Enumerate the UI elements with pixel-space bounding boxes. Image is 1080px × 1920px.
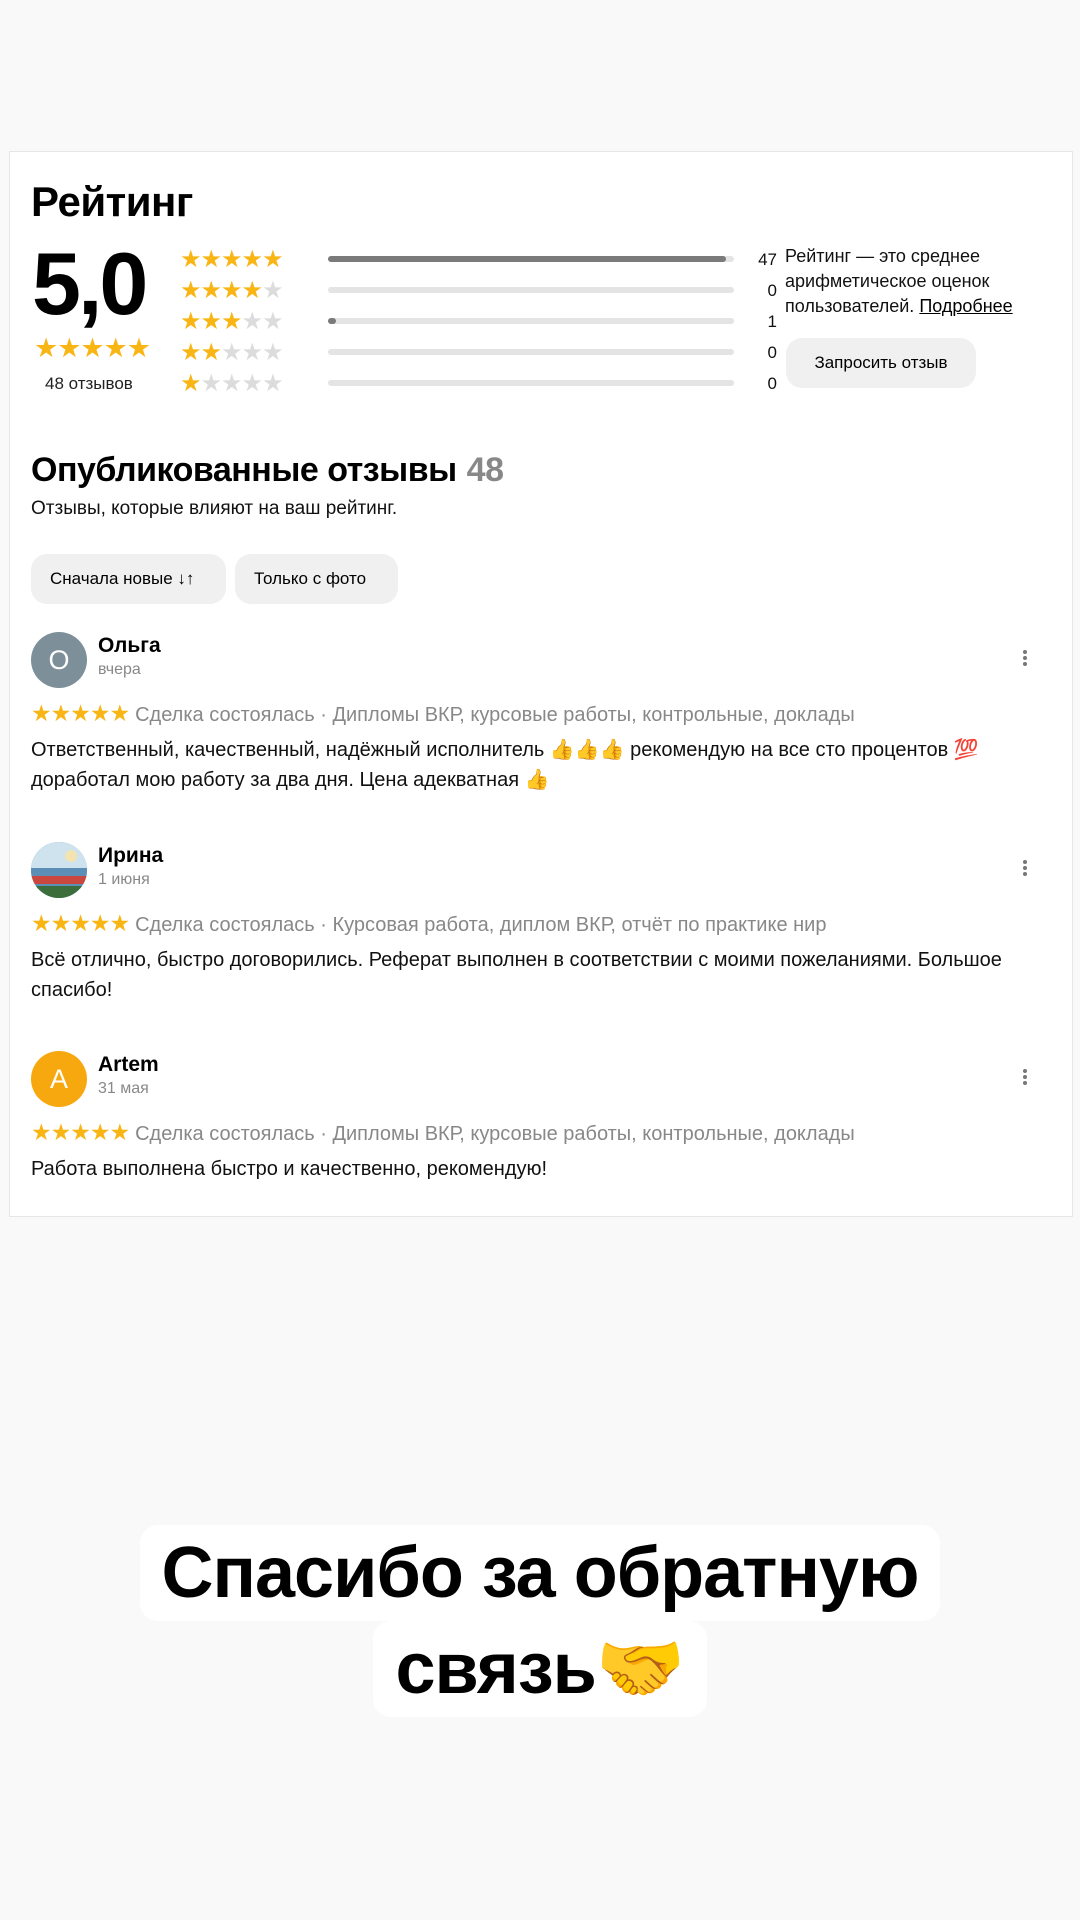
review-item: О Ольга вчера ★★★★★ Сделка состоялась · Дипл… [10,632,1074,822]
distribution-stars: ★★★★★ [180,339,284,366]
review-author[interactable]: Ольга [98,634,161,658]
distribution-stars: ★★★★★ [180,370,284,397]
review-count: 48 отзывов [45,374,133,393]
avatar-photo-icon [31,842,87,898]
avatar[interactable] [31,842,87,898]
distribution-count: 0 [767,343,777,362]
distribution-bar-fill [328,318,337,324]
review-text: Ответственный, качественный, надёжный ис… [31,739,979,791]
more-options-icon[interactable] [1015,648,1035,672]
rating-score: 5,0 [32,234,148,333]
more-options-icon[interactable] [1015,1067,1035,1091]
distribution-row: ★★★★★ 0 [180,370,780,401]
review-item: Ирина 1 июня ★★★★★ Сделка состоялась · Курс… [10,842,1074,1032]
distribution-bar [328,287,734,293]
distribution-bar [328,256,734,262]
avatar[interactable]: О [31,632,87,688]
published-count: 48 [466,451,504,489]
request-review-button[interactable]: Запросить отзыв [786,338,976,388]
distribution-bar [328,380,734,386]
more-link[interactable]: Подробнее [919,296,1012,316]
distribution-row: ★★★★★ 47 [180,246,780,277]
sort-chip[interactable]: Сначала новые ↓↑ [31,554,226,604]
published-subtitle: Отзывы, которые влияют на ваш рейтинг. [31,498,398,519]
distribution-count: 47 [758,250,777,269]
review-date: 1 июня [98,871,150,888]
rating-explanation: Рейтинг — это среднее арифметическое оце… [785,246,1013,316]
distribution-bar [328,349,734,355]
reviews-card: Рейтинг 5,0 ★★★★★ 48 отзывов ★★★★★ 47 ★★★★… [9,151,1073,1217]
review-meta: ★★★★★ Сделка состоялась · Курсовая работа… [31,910,827,936]
distribution-bar-fill [328,256,726,262]
distribution-bar [328,318,734,324]
avatar[interactable]: A [31,1051,87,1107]
distribution-count: 0 [767,374,777,393]
review-text: Всё отлично, быстро договорились. Рефера… [31,949,1002,1001]
published-title: Опубликованные отзывы 48 [31,451,504,489]
caption-line-2: связь🤝 [373,1621,707,1717]
review-author[interactable]: Artem [98,1053,159,1077]
review-author[interactable]: Ирина [98,844,163,868]
distribution-count: 1 [767,312,777,331]
photo-filter-chip[interactable]: Только с фото [235,554,398,604]
review-meta: ★★★★★ Сделка состоялась · Дипломы ВКР, ку… [31,1119,855,1145]
review-date: 31 мая [98,1080,149,1097]
distribution-row: ★★★★★ 0 [180,339,780,370]
review-stars: ★★★★★ [31,1119,130,1145]
review-meta: ★★★★★ Сделка состоялась · Дипломы ВКР, ку… [31,700,855,726]
review-stars: ★★★★★ [31,700,130,726]
distribution-row: ★★★★★ 1 [180,308,780,339]
review-date: вчера [98,661,141,678]
caption: Спасибо за обратную связь🤝 [0,1525,1080,1717]
distribution-row: ★★★★★ 0 [180,277,780,308]
distribution-stars: ★★★★★ [180,246,284,273]
rating-distribution: ★★★★★ 47 ★★★★★ 0 ★★★★★ 1 ★★★★★ 0 ★★★★★ 0 [180,246,780,401]
caption-line-1: Спасибо за обратную [139,1525,941,1621]
more-options-icon[interactable] [1015,858,1035,882]
review-stars: ★★★★★ [31,910,130,936]
rating-stars: ★★★★★ [34,333,151,363]
review-item: A Artem 31 мая ★★★★★ Сделка состоялась · Дип… [10,1051,1074,1241]
distribution-stars: ★★★★★ [180,308,284,335]
distribution-count: 0 [767,281,777,300]
review-text: Работа выполнена быстро и качественно, р… [31,1158,548,1180]
rating-title: Рейтинг [31,178,193,225]
distribution-stars: ★★★★★ [180,277,284,304]
